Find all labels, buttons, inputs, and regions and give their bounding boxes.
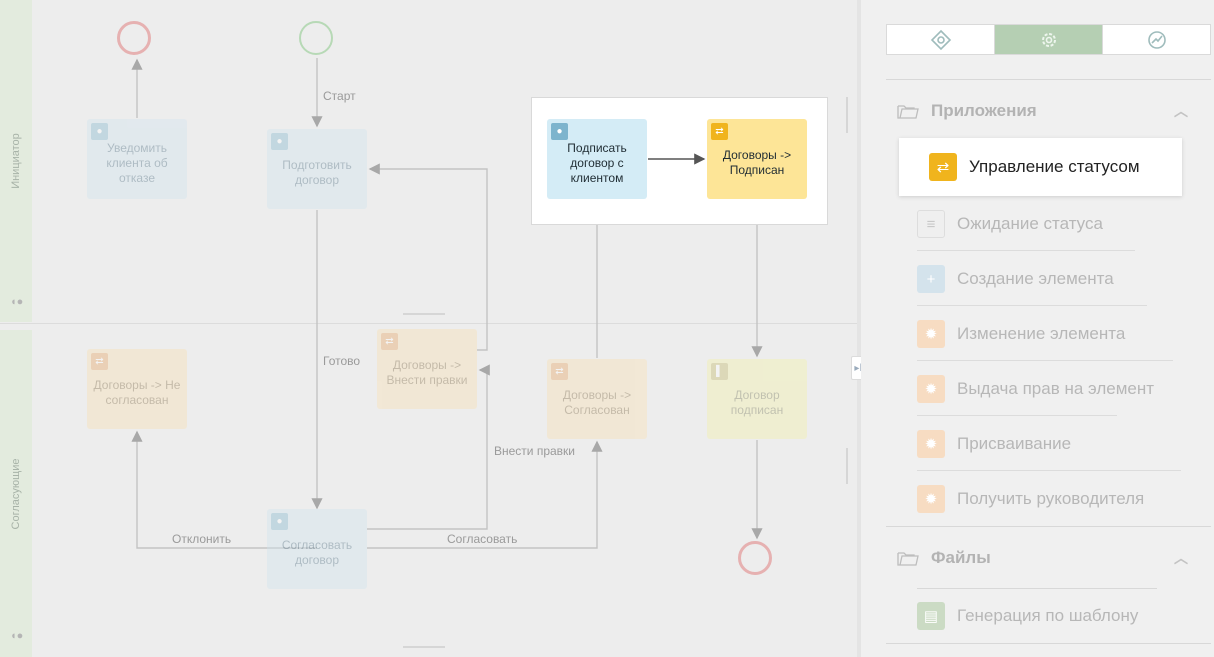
task-contracts-edits[interactable]: ⇄ Договоры -> Внести правки <box>377 329 477 409</box>
app-item-label: Создание элемента <box>957 269 1114 288</box>
start-event[interactable] <box>299 21 333 55</box>
item-divider <box>917 360 1173 361</box>
status-swap-icon: ⇄ <box>929 153 957 181</box>
user-icon: ● <box>271 513 288 530</box>
task-label: Договоры -> Внести правки <box>386 358 468 387</box>
edge-label-reject: Отклонить <box>172 532 232 546</box>
elements-panel: Приложения ︿ ⇄ Управление статусом ≡ Ожи… <box>861 0 1214 657</box>
task-label: Согласовать договор <box>281 538 353 567</box>
app-item-label: Присваивание <box>957 434 1072 453</box>
app-item-label: Изменение элемента <box>957 324 1126 343</box>
section-files[interactable]: Файлы ︿ <box>897 546 1212 570</box>
app-item-template-generation[interactable]: ▤ Генерация по шаблону <box>917 596 1138 636</box>
chevron-up-icon[interactable]: ︿ <box>1174 548 1188 568</box>
item-divider <box>917 415 1117 416</box>
gear-icon: ✹ <box>917 485 945 513</box>
task-contracts-agreed[interactable]: ⇄ Договоры -> Согласован <box>547 359 647 439</box>
status-swap-icon: ⇄ <box>381 333 398 350</box>
task-agree-contract[interactable]: ● Согласовать договор <box>267 509 367 589</box>
section-applications[interactable]: Приложения ︿ <box>897 99 1212 123</box>
tab-elements[interactable] <box>887 25 995 54</box>
item-divider <box>917 470 1181 471</box>
edge-label-done: Готово <box>323 354 361 368</box>
app-item-label: Выдача прав на элемент <box>957 379 1155 398</box>
wait-icon: ≡ <box>917 210 945 238</box>
section-title: Файлы <box>931 548 991 567</box>
app-item-get-manager[interactable]: ✹ Получить руководителя <box>917 479 1144 519</box>
status-swap-icon: ⇄ <box>91 353 108 370</box>
app-item-label: Получить руководителя <box>957 489 1145 508</box>
task-notify-reject[interactable]: ● Уведомить клиента об отказе <box>87 119 187 199</box>
edge-label-edits: Внести правки <box>494 444 576 458</box>
bottom-divider <box>886 643 1211 644</box>
chevron-up-icon[interactable]: ︿ <box>1174 101 1188 121</box>
app-item-label: Генерация по шаблону <box>957 606 1139 625</box>
lane-height-handle[interactable] <box>403 313 445 315</box>
gear-icon <box>1041 32 1056 47</box>
app-item-create-element[interactable]: + Создание элемента <box>917 259 1114 299</box>
folder-icon <box>897 552 919 566</box>
task-label: Уведомить клиента об отказе <box>106 140 168 185</box>
user-icon: ● <box>551 123 568 140</box>
item-divider <box>917 305 1147 306</box>
task-prepare-contract[interactable]: ● Подготовить договор <box>267 129 367 209</box>
folder-icon <box>897 105 919 119</box>
lane-resize-handle[interactable] <box>846 97 848 133</box>
panel-tabs <box>886 24 1211 55</box>
diamond-gear-icon <box>930 29 951 50</box>
task-sign-with-client[interactable]: ● Подписать договор с клиентом <box>547 119 647 199</box>
gear-icon: ✹ <box>917 430 945 458</box>
section-title: Приложения <box>931 101 1037 120</box>
task-label: Подписать договор с клиентом <box>567 140 627 185</box>
app-item-label: Ожидание статуса <box>957 214 1103 233</box>
process-canvas[interactable]: Инициатор ◖● Согласующие ◖● Старт Готово… <box>0 0 857 657</box>
task-label: Договоры -> Согласован <box>562 388 632 417</box>
app-item-assignment[interactable]: ✹ Присваивание <box>917 424 1071 464</box>
document-template-icon: ▤ <box>917 602 945 630</box>
task-label: Подготовить договор <box>282 158 352 187</box>
end-event-reject[interactable] <box>117 21 151 55</box>
status-swap-icon: ⇄ <box>551 363 568 380</box>
clock-chart-icon <box>1147 30 1166 49</box>
task-contracts-signed[interactable]: ⇄ Договоры -> Подписан <box>707 119 807 199</box>
item-divider <box>917 250 1135 251</box>
app-item-grant-rights[interactable]: ✹ Выдача прав на элемент <box>917 369 1154 409</box>
task-label: Договоры -> Подписан <box>722 148 792 177</box>
section-divider <box>917 588 1157 589</box>
tabs-divider <box>886 79 1211 80</box>
user-icon: ● <box>91 123 108 140</box>
task-label: Договоры -> Не согласован <box>93 378 181 407</box>
lane-height-handle[interactable] <box>403 646 445 648</box>
task-contract-signed[interactable]: ▌ Договор подписан <box>707 359 807 439</box>
end-event-signed[interactable] <box>738 541 772 575</box>
flag-icon: ▌ <box>711 363 728 380</box>
user-icon: ● <box>271 133 288 150</box>
status-swap-icon: ⇄ <box>711 123 728 140</box>
tab-timers[interactable] <box>1103 25 1210 54</box>
tab-settings[interactable] <box>995 25 1103 54</box>
lane-resize-handle[interactable] <box>846 448 848 484</box>
task-contracts-not-agreed[interactable]: ⇄ Договоры -> Не согласован <box>87 349 187 429</box>
edge-label-agree: Согласовать <box>447 532 518 546</box>
gear-icon: ✹ <box>917 320 945 348</box>
plus-icon: + <box>917 265 945 293</box>
section-divider <box>886 526 1211 527</box>
app-item-edit-element[interactable]: ✹ Изменение элемента <box>917 314 1125 354</box>
task-label: Договор подписан <box>730 388 784 417</box>
gear-icon: ✹ <box>917 375 945 403</box>
app-item-status-management[interactable]: ⇄ Управление статусом <box>899 138 1182 196</box>
edge-label-start: Старт <box>323 89 356 103</box>
app-item-wait-status[interactable]: ≡ Ожидание статуса <box>917 204 1103 244</box>
app-item-label: Управление статусом <box>969 157 1140 176</box>
